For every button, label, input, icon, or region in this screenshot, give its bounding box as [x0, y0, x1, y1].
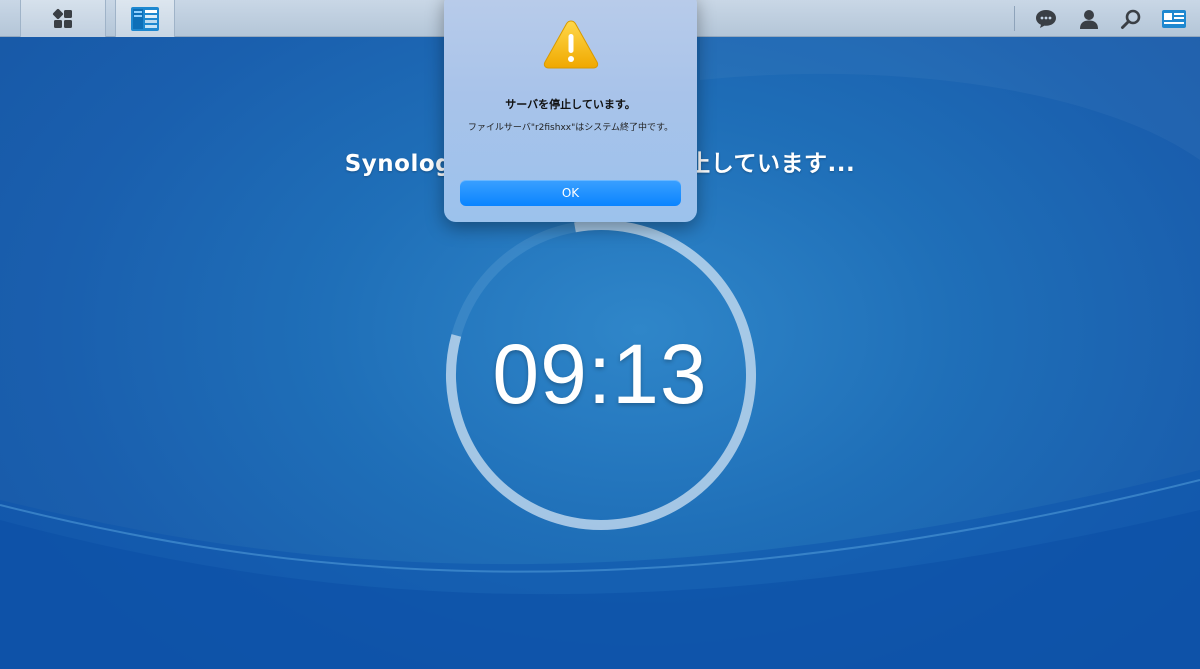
alert-dialog: サーバを停止しています。 ファイルサーバ"r2fishxx"はシステム終了中です… — [444, 0, 697, 222]
notifications-button[interactable] — [1033, 6, 1059, 32]
control-panel-icon — [131, 6, 159, 31]
grid-icon — [52, 8, 72, 28]
desktop: Synology DiskStation は停止しています... 09:13 サ… — [0, 0, 1200, 669]
countdown-timer: 09:13 — [492, 327, 708, 421]
user-button[interactable] — [1076, 6, 1102, 32]
user-icon — [1080, 10, 1098, 29]
ok-button[interactable]: OK — [460, 180, 681, 206]
dialog-message: ファイルサーバ"r2fishxx"はシステム終了中です。 — [467, 123, 674, 133]
search-button[interactable] — [1118, 6, 1144, 32]
search-icon — [1121, 9, 1141, 29]
chat-icon — [1036, 10, 1056, 28]
main-menu-button[interactable] — [20, 0, 106, 37]
dialog-title: サーバを停止しています。 — [505, 98, 636, 111]
taskbar-separator — [1014, 6, 1015, 31]
widgets-button[interactable] — [1161, 6, 1187, 32]
control-panel-taskbar-button[interactable] — [115, 0, 175, 37]
warning-icon — [543, 20, 599, 69]
widgets-icon — [1162, 10, 1186, 28]
